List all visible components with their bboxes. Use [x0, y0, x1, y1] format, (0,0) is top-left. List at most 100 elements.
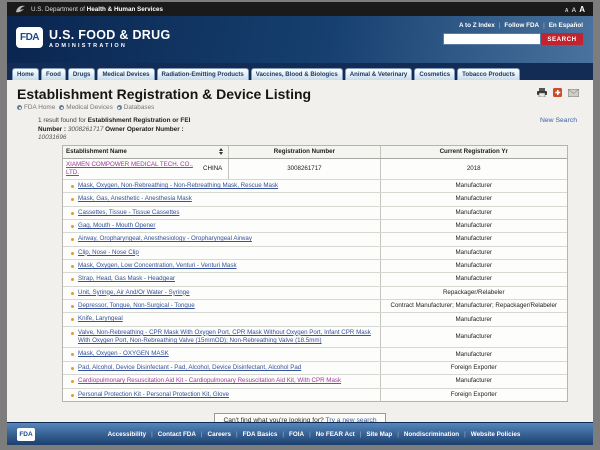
utility-link-en-espa-ol[interactable]: En Español [549, 22, 583, 29]
bullet-icon [71, 292, 74, 295]
breadcrumb-bullet-icon [59, 105, 64, 110]
footer-link-careers[interactable]: Careers [208, 431, 231, 438]
footer-link-accessibility[interactable]: Accessibility [108, 431, 147, 438]
device-activity-cell: Manufacturer [381, 220, 567, 232]
tab-vaccines-blood-biologics[interactable]: Vaccines, Blood & Biologics [251, 68, 343, 80]
tab-home[interactable]: Home [12, 68, 39, 80]
bullet-icon [71, 198, 74, 201]
device-name-cell: Cassettes, Tissue - Tissue Cassettes [63, 207, 381, 219]
tab-medical-devices[interactable]: Medical Devices [97, 68, 154, 80]
tab-food[interactable]: Food [41, 68, 66, 80]
device-name-cell: Unit, Syringe, Air And/Or Water - Syring… [63, 287, 381, 299]
breadcrumb-label: Databases [124, 104, 155, 111]
device-activity-cell: Manufacturer [381, 260, 567, 272]
device-link-5[interactable]: Clip, Nose - Nose Clip [78, 249, 139, 257]
device-activity-cell: Foreign Exporter [381, 389, 567, 401]
device-row: Depressor, Tongue, Non-Surgical - Tongue… [63, 300, 567, 313]
sort-icon[interactable] [219, 148, 223, 155]
device-link-10[interactable]: Knife, Laryngeal [78, 315, 123, 323]
share-icon[interactable] [553, 88, 562, 97]
footer-link-foia[interactable]: FOIA [289, 431, 304, 438]
agency-name: U.S. FOOD & DRUG ADMINISTRATION [49, 28, 170, 49]
search-input[interactable] [443, 33, 541, 45]
separator: | [499, 22, 501, 29]
device-link-7[interactable]: Strap, Head, Gas Mask - Headgear [78, 275, 175, 283]
device-row: Cardiopulmonary Resuscitation Aid Kit - … [63, 375, 567, 388]
device-link-14[interactable]: Cardiopulmonary Resuscitation Aid Kit - … [78, 377, 341, 385]
device-link-12[interactable]: Mask, Oxygen - OXYGEN MASK [78, 350, 169, 358]
bullet-icon [71, 278, 74, 281]
device-link-6[interactable]: Mask, Oxygen, Low Concentration, Venturi… [78, 262, 237, 270]
footer-link-site-map[interactable]: Site Map [366, 431, 392, 438]
separator: | [360, 431, 362, 438]
utility-link-a-to-z-index[interactable]: A to Z Index [459, 22, 495, 29]
fda-logo[interactable]: FDA [16, 27, 43, 48]
separator: | [236, 431, 238, 438]
tab-tobacco-products[interactable]: Tobacco Products [457, 68, 520, 80]
device-link-8[interactable]: Unit, Syringe, Air And/Or Water - Syring… [78, 289, 190, 297]
footer-fda-logo[interactable]: FDA [17, 428, 35, 441]
breadcrumb-item-medical-devices[interactable]: Medical Devices [59, 104, 113, 111]
tab-drugs[interactable]: Drugs [68, 68, 96, 80]
registration-number-cell: 3008261717 [229, 159, 380, 179]
bullet-icon [71, 252, 74, 255]
device-link-3[interactable]: Gag, Mouth - Mouth Opener [78, 222, 155, 230]
result-summary: 1 result found for Establishment Registr… [38, 117, 206, 143]
font-resize-large[interactable]: A [579, 5, 585, 14]
email-icon[interactable] [568, 89, 579, 97]
font-resize-small[interactable]: A [565, 8, 569, 14]
device-name-cell: Mask, Gas, Anesthetic - Anesthesia Mask [63, 193, 381, 205]
table-header-row: Establishment Name Registration Number C… [63, 146, 567, 159]
device-name-cell: Gag, Mouth - Mouth Opener [63, 220, 381, 232]
separator: | [282, 431, 284, 438]
device-link-0[interactable]: Mask, Oxygen, Non-Rebreathing - Non-Rebr… [78, 182, 278, 190]
footer-link-contact-fda[interactable]: Contact FDA [158, 431, 196, 438]
device-row: Cassettes, Tissue - Tissue CassettesManu… [63, 207, 567, 220]
separator: | [151, 431, 153, 438]
tab-cosmetics[interactable]: Cosmetics [414, 68, 455, 80]
column-header-current-registration-yr: Current Registration Yr [381, 146, 567, 158]
device-name-cell: Airway, Oropharyngeal, Anesthesiology - … [63, 233, 381, 245]
bullet-icon [71, 318, 74, 321]
device-row: Strap, Head, Gas Mask - HeadgearManufact… [63, 273, 567, 286]
bullet-icon [71, 265, 74, 268]
footer-link-website-policies[interactable]: Website Policies [471, 431, 521, 438]
device-row: Unit, Syringe, Air And/Or Water - Syring… [63, 287, 567, 300]
device-link-9[interactable]: Depressor, Tongue, Non-Surgical - Tongue [78, 302, 195, 310]
breadcrumb-item-fda-home[interactable]: FDA Home [17, 104, 55, 111]
device-link-1[interactable]: Mask, Gas, Anesthetic - Anesthesia Mask [78, 195, 192, 203]
font-resize-medium[interactable]: A [572, 7, 577, 14]
hhs-bar-text[interactable]: U.S. Department of Health & Human Servic… [31, 6, 163, 13]
result-summary-row: 1 result found for Establishment Registr… [38, 117, 583, 143]
page: U.S. Department of Health & Human Servic… [7, 2, 593, 445]
footer-link-nondiscrimination[interactable]: Nondiscrimination [404, 431, 459, 438]
device-link-15[interactable]: Personal Protection Kit - Personal Prote… [78, 391, 229, 399]
tab-animal-veterinary[interactable]: Animal & Veterinary [345, 68, 413, 80]
nav-tabs: HomeFoodDrugsMedical DevicesRadiation-Em… [7, 63, 593, 80]
device-name-cell: Personal Protection Kit - Personal Prote… [63, 389, 381, 401]
bullet-icon [71, 380, 74, 383]
breadcrumb-item-databases[interactable]: Databases [117, 104, 155, 111]
bullet-icon [71, 353, 74, 356]
establishment-link[interactable]: XIAMEN COMPOWER MEDICAL TECH. CO., LTD. [66, 161, 200, 177]
new-search-link[interactable]: New Search [540, 117, 577, 143]
breadcrumb: FDA Home Medical Devices Databases [17, 104, 583, 111]
utility-link-follow-fda[interactable]: Follow FDA [504, 22, 539, 29]
tab-radiation-emitting-products[interactable]: Radiation-Emitting Products [157, 68, 249, 80]
bullet-icon [71, 185, 74, 188]
device-link-4[interactable]: Airway, Oropharyngeal, Anesthesiology - … [78, 235, 252, 243]
device-row: Mask, Oxygen, Non-Rebreathing - Non-Rebr… [63, 180, 567, 193]
footer-link-fda-basics[interactable]: FDA Basics [243, 431, 278, 438]
device-link-2[interactable]: Cassettes, Tissue - Tissue Cassettes [78, 209, 179, 217]
footer-link-no-fear-act[interactable]: No FEAR Act [316, 431, 355, 438]
content: Establishment Registration & Device List… [7, 80, 593, 445]
footer-links: Accessibility | Contact FDA | Careers | FDA Ba… [35, 431, 593, 438]
search-button[interactable]: SEARCH [541, 33, 583, 45]
device-link-13[interactable]: Pad, Alcohol, Device Disinfectant - Pad,… [78, 364, 301, 372]
device-row: Personal Protection Kit - Personal Prote… [63, 389, 567, 401]
establishment-name-cell: XIAMEN COMPOWER MEDICAL TECH. CO., LTD. … [63, 159, 229, 179]
print-icon[interactable] [537, 88, 547, 97]
device-link-11[interactable]: Valve, Non-Rebreathing - CPR Mask With O… [78, 329, 377, 346]
title-icons [537, 88, 579, 97]
breadcrumb-label: Medical Devices [66, 104, 113, 111]
